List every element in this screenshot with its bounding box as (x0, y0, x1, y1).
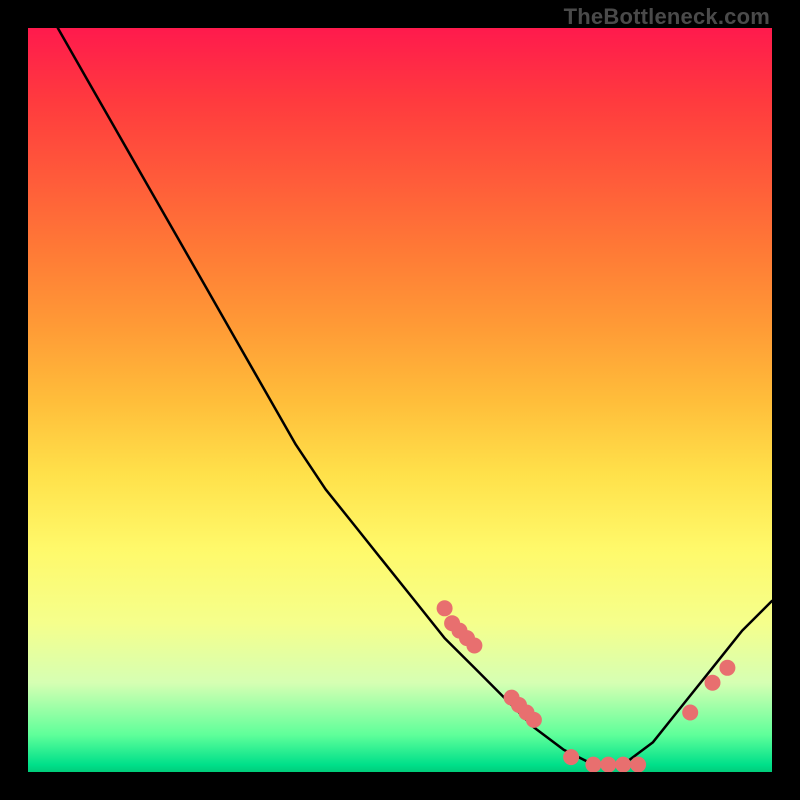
marker-points (437, 600, 736, 772)
marker-dot (585, 757, 601, 772)
marker-dot (615, 757, 631, 772)
marker-dot (563, 749, 579, 765)
marker-dot (519, 705, 535, 721)
marker-dot (511, 697, 527, 713)
marker-dot (682, 705, 698, 721)
watermark-text: TheBottleneck.com (564, 4, 770, 30)
marker-dot (705, 675, 721, 691)
chart-svg (28, 28, 772, 772)
marker-dot (600, 757, 616, 772)
marker-dot (630, 757, 646, 772)
marker-dot (452, 623, 468, 639)
marker-dot (504, 690, 520, 706)
marker-dot (437, 600, 453, 616)
bottleneck-curve (58, 28, 772, 765)
marker-dot (459, 630, 475, 646)
marker-dot (444, 615, 460, 631)
chart-plot-area (28, 28, 772, 772)
marker-dot (719, 660, 735, 676)
marker-dot (526, 712, 542, 728)
marker-dot (466, 638, 482, 654)
